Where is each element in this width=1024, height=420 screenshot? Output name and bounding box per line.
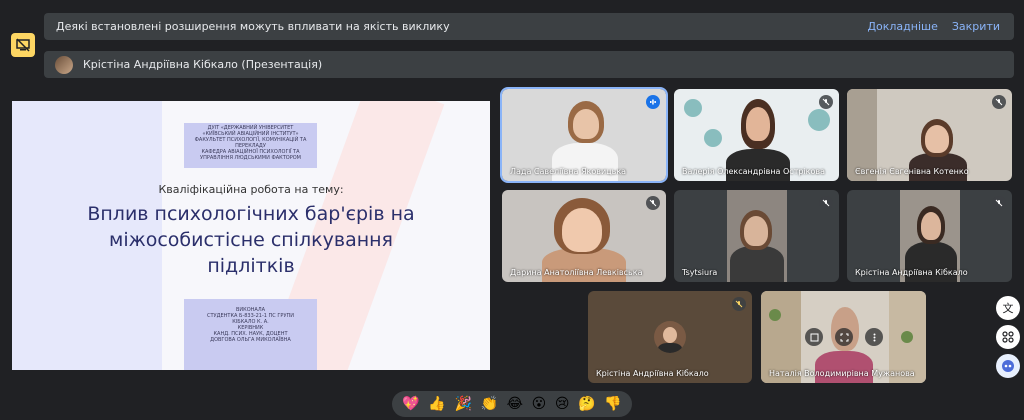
reactions-bar: 💖 👍 🎉 👏 😂 😮 😢 🤔 👎 (392, 391, 632, 417)
screen-share-off-icon (16, 38, 30, 52)
mic-off-icon (992, 196, 1006, 210)
participant-name: Крістіна Андріївна Кібкало (596, 369, 709, 378)
frame-icon (840, 333, 848, 341)
slide-author: ВИКОНАЛА СТУДЕНТКА Б-833-21-1 ПС ГРУПИ К… (206, 307, 294, 343)
reaction-thumbs-down[interactable]: 👎 (604, 397, 621, 411)
reaction-party[interactable]: 🎉 (454, 397, 471, 411)
reaction-sad[interactable]: 😢 (555, 397, 570, 411)
reaction-surprised[interactable]: 😮 (532, 397, 547, 411)
more-vert-icon (873, 333, 875, 341)
participant-tile[interactable]: Лада Савеліївна Яковицька (500, 87, 668, 183)
presentation-slide: ДУІТ «ДЕРЖАВНИЙ УНІВЕРСИТЕТ «КИЇВСЬКИЙ А… (12, 101, 490, 370)
mic-off-icon (732, 297, 746, 311)
extension-button[interactable] (996, 354, 1020, 378)
participant-name: Наталія Володимирівна Мужанова (769, 369, 915, 378)
participant-name: Валерія Олександрівна Острікова (682, 167, 825, 176)
extensions-warning-banner: Деякі встановлені розширення можуть впли… (44, 13, 1014, 40)
pin-tile-button[interactable] (835, 328, 853, 346)
mic-off-icon (819, 95, 833, 109)
reaction-clap[interactable]: 👏 (481, 397, 498, 411)
more-options-button[interactable] (865, 328, 883, 346)
pin-button[interactable] (805, 328, 823, 346)
participant-tile[interactable]: Валерія Олександрівна Острікова (674, 89, 839, 181)
captions-button[interactable]: 文 (996, 296, 1020, 320)
reaction-heart[interactable]: 💖 (402, 397, 419, 411)
translate-icon: 文 (1002, 302, 1014, 315)
speaking-indicator-icon (646, 95, 660, 109)
extension-icon (1002, 360, 1014, 372)
mic-off-icon (992, 95, 1006, 109)
reaction-laugh[interactable]: 😂 (507, 397, 523, 411)
pin-icon (810, 333, 818, 341)
participant-name: Дарина Анатоліївна Левківська (510, 268, 643, 277)
slide-subtitle: Кваліфікаційна робота на тему: (158, 183, 344, 196)
avatar (654, 321, 686, 353)
close-link[interactable]: Закрити (952, 20, 1000, 33)
mic-off-icon (646, 196, 660, 210)
participant-name: Tsytsiura (682, 268, 718, 277)
reaction-thinking[interactable]: 🤔 (578, 397, 595, 411)
participant-name: Лада Савеліївна Яковицька (510, 167, 627, 176)
participant-tile[interactable]: Наталія Володимирівна Мужанова (761, 291, 926, 383)
details-link[interactable]: Докладніше (867, 20, 937, 33)
reaction-thumbs-up[interactable]: 👍 (428, 397, 445, 411)
participant-tile[interactable]: Євгенія Євгенівна Котенко (847, 89, 1012, 181)
stop-presenting-button[interactable] (11, 33, 35, 57)
slide-institution: ДУІТ «ДЕРЖАВНИЙ УНІВЕРСИТЕТ «КИЇВСЬКИЙ А… (194, 125, 307, 161)
presentation-bar: Крістіна Андріївна Кібкало (Презентація) (44, 51, 1014, 78)
participant-name: Крістіна Андріївна Кібкало (855, 268, 968, 277)
participant-tile[interactable]: Крістіна Андріївна Кібкало (847, 190, 1012, 282)
avatar (55, 55, 73, 74)
participant-tile[interactable]: Дарина Анатоліївна Левківська (502, 190, 666, 282)
apps-icon (1002, 331, 1014, 343)
presenter-label: Крістіна Андріївна Кібкало (Презентація) (83, 58, 323, 71)
mic-off-icon (819, 196, 833, 210)
banner-message: Деякі встановлені розширення можуть впли… (56, 20, 450, 33)
participant-tile[interactable]: Крістіна Андріївна Кібкало (588, 291, 752, 383)
participant-name: Євгенія Євгенівна Котенко (855, 167, 969, 176)
apps-button[interactable] (996, 325, 1020, 349)
participant-tile[interactable]: Tsytsiura (674, 190, 839, 282)
slide-title: Вплив психологічних бар'єрів на міжособи… (87, 203, 415, 277)
